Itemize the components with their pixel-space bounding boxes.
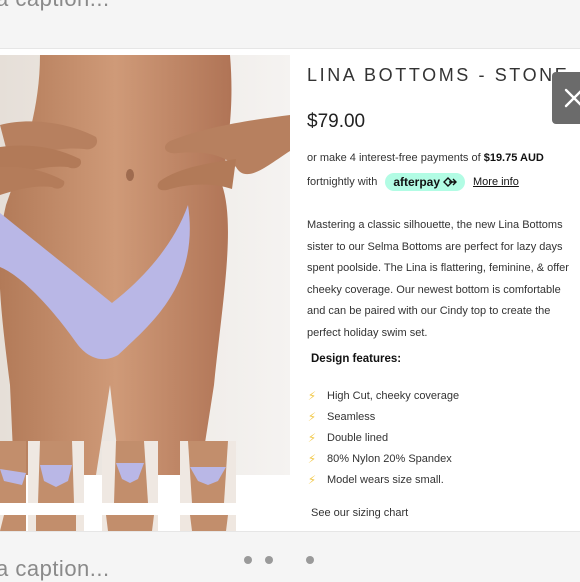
- thumbnail-7[interactable]: [102, 515, 158, 531]
- lightning-icon: ⚡: [307, 409, 317, 424]
- carousel-dots: [244, 556, 314, 564]
- design-features-heading: Design features:: [311, 353, 402, 365]
- afterpay-label: afterpay: [393, 175, 440, 189]
- feature-item: ⚡ Double lined: [307, 427, 459, 448]
- lightning-icon: ⚡: [307, 430, 317, 445]
- thumbnail-strip: [0, 437, 290, 531]
- installment-text: or make 4 interest-free payments of $19.…: [307, 152, 544, 164]
- thumbnail-2[interactable]: [28, 441, 84, 503]
- thumbnail-3[interactable]: [102, 441, 158, 503]
- product-main-photo[interactable]: [0, 55, 290, 475]
- feature-text: Model wears size small.: [327, 473, 444, 486]
- thumbnail-4[interactable]: [180, 441, 236, 503]
- feature-text: Seamless: [327, 410, 376, 423]
- product-description: Mastering a classic silhouette, the new …: [307, 219, 569, 339]
- feature-item: ⚡ High Cut, cheeky coverage: [307, 385, 459, 406]
- carousel-dot[interactable]: [244, 556, 252, 564]
- close-icon: [564, 88, 580, 108]
- feature-item: ⚡ Seamless: [307, 406, 459, 427]
- installment-amount: $19.75 AUD: [483, 152, 544, 164]
- afterpay-arrows-icon: [443, 177, 457, 187]
- close-button[interactable]: [552, 72, 580, 124]
- product-title: LINA BOTTOMS - STONE: [307, 65, 570, 85]
- feature-text: High Cut, cheeky coverage: [327, 389, 460, 402]
- thumbnail-1[interactable]: [0, 441, 26, 503]
- feature-item: ⚡ Model wears size small.: [307, 469, 459, 490]
- feature-item: ⚡ 80% Nylon 20% Spandex: [307, 448, 459, 469]
- more-info-link[interactable]: More info: [473, 176, 519, 188]
- sizing-chart-link[interactable]: sizing chart: [353, 507, 409, 519]
- carousel-dot[interactable]: [306, 556, 314, 564]
- feature-text: 80% Nylon 20% Spandex: [327, 452, 452, 465]
- lightning-icon: ⚡: [307, 451, 317, 466]
- thumbnail-8[interactable]: [180, 515, 236, 531]
- thumbnail-6[interactable]: [28, 515, 84, 531]
- lightning-icon: ⚡: [307, 472, 317, 487]
- model-photo-illustration: [0, 55, 290, 475]
- caption-top: a caption...: [0, 0, 110, 12]
- installment-prefix: or make 4 interest-free payments of: [307, 152, 481, 164]
- lightning-icon: ⚡: [307, 388, 317, 403]
- fortnightly-text: fortnightly with: [307, 176, 378, 188]
- afterpay-badge[interactable]: afterpay: [385, 173, 465, 191]
- carousel-dot[interactable]: [265, 556, 273, 564]
- product-price: $79.00: [307, 111, 366, 132]
- design-features-list: ⚡ High Cut, cheeky coverage ⚡ Seamless ⚡ Do…: [307, 385, 459, 490]
- thumbnail-5[interactable]: [0, 515, 26, 531]
- afterpay-row: fortnightly with afterpay More info: [307, 173, 519, 191]
- sizing-chart-row: See our sizing chart: [311, 507, 408, 519]
- caption-bottom: a caption...: [0, 556, 110, 581]
- feature-text: Double lined: [327, 431, 389, 444]
- product-screenshot-card: LINA BOTTOMS - STONE $79.00 or make 4 in…: [0, 48, 580, 532]
- sizing-prefix: See our: [311, 507, 350, 519]
